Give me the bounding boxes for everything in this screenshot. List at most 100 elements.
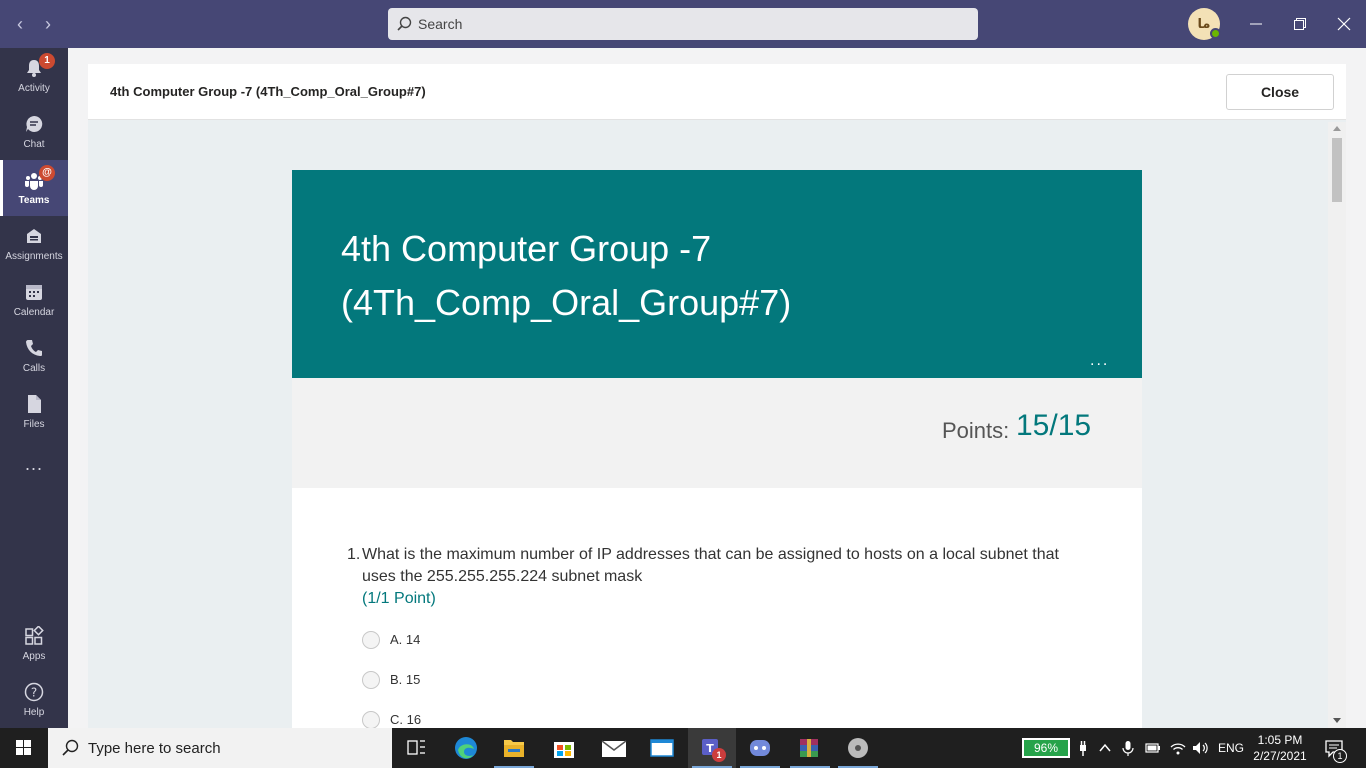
taskbar-teams[interactable]: T 1 (688, 728, 736, 768)
main-area: 4th Computer Group -7 (4Th_Comp_Oral_Gro… (68, 48, 1366, 728)
search-icon (397, 16, 412, 31)
more-dots-icon: ... (24, 454, 43, 474)
rail-item-calendar[interactable]: Calendar (0, 272, 68, 328)
close-button[interactable]: Close (1226, 74, 1334, 110)
rail-label: Apps (22, 651, 46, 662)
rail-item-apps[interactable]: Apps (0, 616, 68, 672)
taskbar-mail[interactable] (590, 728, 638, 768)
file-icon (28, 395, 41, 413)
option-label: C. 16 (390, 712, 422, 727)
svg-text:?: ? (31, 686, 37, 700)
rail-item-help[interactable]: ? Help (0, 672, 68, 728)
media-disc-icon (848, 738, 868, 758)
power-plug-icon[interactable] (1077, 740, 1089, 756)
windows-taskbar: Type here to search T 1 96% ENG 1:05 PM … (0, 728, 1366, 768)
battery-indicator[interactable]: 96% (1022, 738, 1070, 758)
more-options-icon[interactable]: ... (1090, 352, 1109, 370)
question-points: (1/1 Point) (362, 590, 436, 607)
rail-more-button[interactable]: ... (0, 440, 68, 496)
close-window-icon[interactable] (1332, 12, 1356, 36)
teams-app-icon: T (702, 739, 718, 755)
rail-item-teams[interactable]: @ Teams (0, 160, 68, 216)
discord-icon (750, 740, 770, 756)
folder-icon (504, 740, 524, 757)
dialog-header: 4th Computer Group -7 (4Th_Comp_Oral_Gro… (88, 64, 1346, 120)
task-view-icon (407, 740, 425, 755)
rail-item-chat[interactable]: Chat (0, 104, 68, 160)
phone-icon (26, 340, 42, 356)
form-banner: 4th Computer Group -7 (4Th_Comp_Oral_Gro… (292, 170, 1142, 378)
minimize-icon[interactable] (1244, 12, 1268, 36)
teams-taskbar-badge: 1 (712, 748, 726, 762)
language-indicator[interactable]: ENG (1218, 741, 1244, 755)
scroll-thumb[interactable] (1332, 138, 1342, 202)
points-summary: Points: 15/15 (292, 378, 1142, 488)
rail-label: Calendar (13, 307, 55, 318)
microphone-icon[interactable] (1122, 740, 1134, 756)
rail-item-activity[interactable]: 1 Activity (0, 48, 68, 104)
points-label: Points: (942, 418, 1010, 443)
question-text: What is the maximum number of IP address… (362, 546, 1059, 585)
search-input[interactable]: Search (388, 8, 978, 40)
windows-logo-icon (16, 740, 31, 755)
volume-icon[interactable] (1192, 741, 1210, 755)
points-value: 15/15 (1016, 409, 1092, 442)
app-rail: 1 Activity Chat @ Teams Assignments Cale… (0, 48, 68, 728)
taskbar-edge[interactable] (442, 728, 490, 768)
vertical-scrollbar[interactable] (1328, 122, 1346, 728)
radio-button[interactable] (362, 711, 380, 728)
rail-item-calls[interactable]: Calls (0, 328, 68, 384)
start-button[interactable] (0, 728, 48, 768)
wifi-icon[interactable] (1170, 741, 1186, 755)
edge-icon (455, 737, 477, 759)
rail-item-assignments[interactable]: Assignments (0, 216, 68, 272)
option-label: A. 14 (390, 632, 421, 647)
title-bar: ‹ › Search ما (0, 0, 1366, 48)
form-card: 4th Computer Group -7 (4Th_Comp_Oral_Gro… (292, 170, 1142, 728)
scroll-down-arrow-icon[interactable] (1333, 718, 1341, 723)
presence-available-icon (1210, 28, 1221, 39)
rail-item-files[interactable]: Files (0, 384, 68, 440)
taskbar-window-app[interactable] (638, 728, 686, 768)
back-arrow-icon[interactable]: ‹ (10, 12, 30, 36)
window-app-icon (650, 739, 674, 757)
rail-label: Assignments (5, 251, 63, 262)
help-icon: ? (24, 682, 44, 702)
scroll-up-arrow-icon[interactable] (1333, 126, 1341, 131)
radio-button[interactable] (362, 671, 380, 689)
taskbar-search-placeholder: Type here to search (88, 740, 221, 757)
radio-button[interactable] (362, 631, 380, 649)
rail-label: Chat (23, 139, 45, 150)
search-placeholder: Search (418, 16, 463, 32)
form-title: 4th Computer Group -7 (4Th_Comp_Oral_Gro… (341, 228, 792, 323)
forward-arrow-icon[interactable]: › (38, 12, 58, 36)
clock-time: 1:05 PM (1257, 733, 1303, 747)
winrar-icon (800, 739, 818, 757)
apps-icon (25, 626, 44, 645)
chat-icon (26, 115, 43, 132)
rail-label: Teams (18, 195, 50, 206)
clock[interactable]: 1:05 PM 2/27/2021 (1248, 732, 1312, 764)
taskbar-store[interactable] (540, 728, 588, 768)
mail-icon (601, 740, 627, 757)
task-view-button[interactable] (392, 728, 440, 768)
taskbar-discord[interactable] (736, 728, 784, 768)
rail-label: Help (23, 707, 45, 718)
dialog-title: 4th Computer Group -7 (4Th_Comp_Oral_Gro… (110, 84, 426, 99)
battery-status-icon[interactable] (1145, 742, 1161, 754)
search-icon (62, 739, 79, 756)
rail-label: Files (23, 419, 45, 430)
clock-date: 2/27/2021 (1253, 749, 1307, 763)
teams-mention-badge: @ (39, 165, 55, 181)
form-dialog: 4th Computer Group -7 (4Th_Comp_Oral_Gro… (88, 64, 1346, 728)
rail-label: Activity (18, 83, 50, 94)
activity-badge: 1 (39, 53, 55, 69)
taskbar-winrar[interactable] (786, 728, 834, 768)
restore-icon[interactable] (1288, 12, 1312, 36)
taskbar-search-input[interactable]: Type here to search (48, 728, 392, 768)
taskbar-file-explorer[interactable] (490, 728, 538, 768)
option-label: B. 15 (390, 672, 421, 687)
calendar-icon (26, 285, 42, 300)
chevron-up-icon[interactable] (1098, 741, 1112, 755)
taskbar-media-app[interactable] (834, 728, 882, 768)
